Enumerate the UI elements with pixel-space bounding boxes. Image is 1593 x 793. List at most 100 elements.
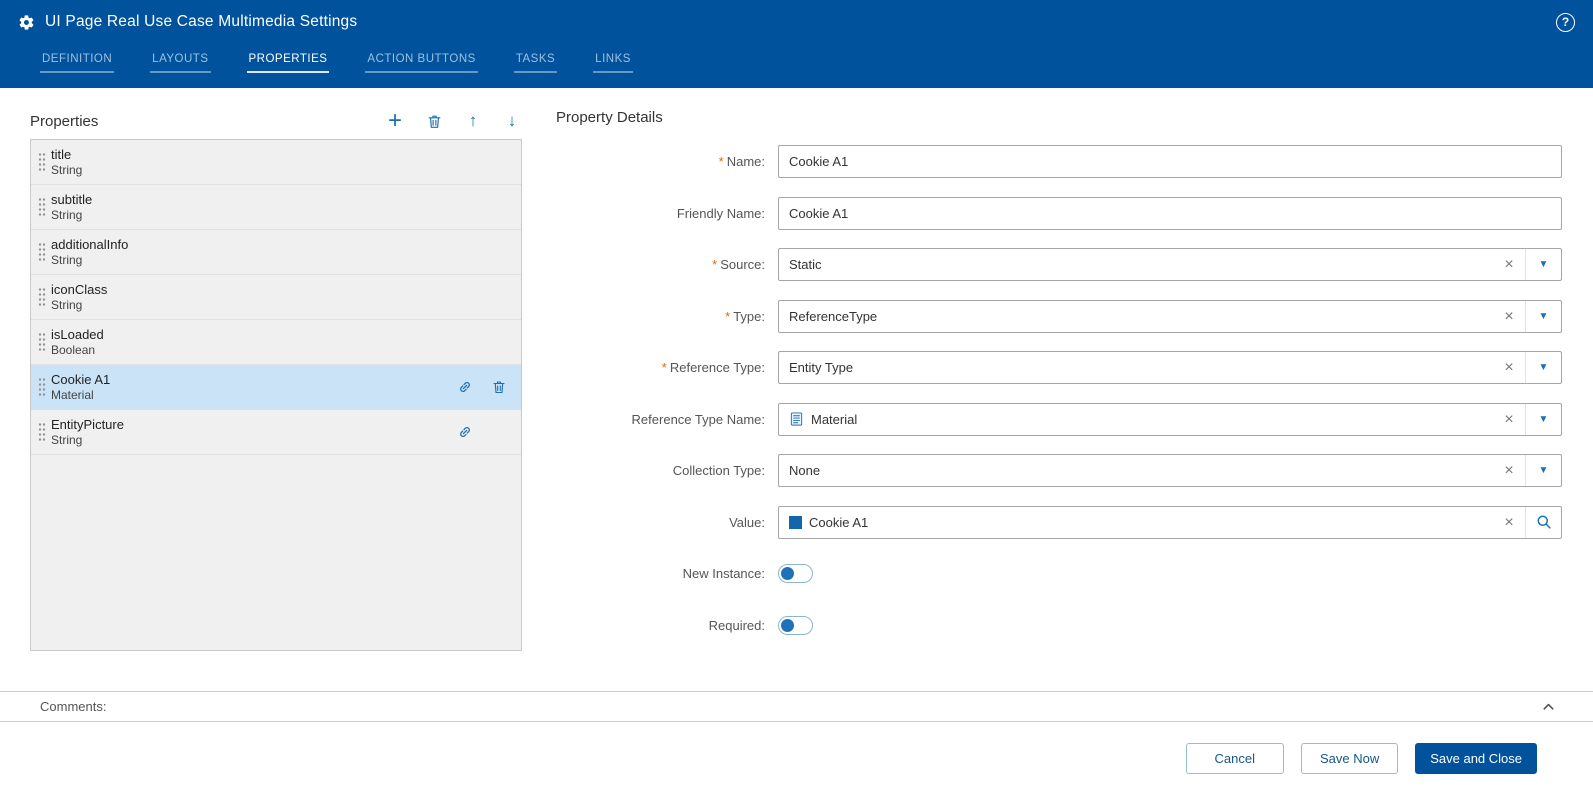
chevron-down-icon[interactable]: ▼ <box>1525 352 1561 383</box>
type-label: * Type: <box>725 308 765 324</box>
move-down-button[interactable]: ↓ <box>502 111 522 131</box>
name-label: * Name: <box>718 154 765 169</box>
list-item-iconclass[interactable]: iconClass String <box>31 275 521 320</box>
toggle-knob <box>781 567 794 580</box>
property-details-title: Property Details <box>556 109 663 126</box>
add-property-button[interactable]: + <box>385 109 405 133</box>
gear-icon <box>18 14 35 31</box>
name-input[interactable] <box>778 145 1562 178</box>
tab-links[interactable]: LINKS <box>593 53 633 73</box>
friendly-name-input[interactable] <box>778 196 1562 230</box>
help-icon[interactable]: ? <box>1556 12 1575 32</box>
friendly-name-label: Friendly Name: <box>676 205 765 221</box>
row-source: * Source: Static × ▼ <box>556 248 1562 281</box>
list-item-subtitle[interactable]: subtitle String <box>31 185 521 230</box>
property-name: iconClass <box>51 281 108 297</box>
list-item-title[interactable]: title String <box>31 140 521 185</box>
source-value: Static <box>789 257 822 272</box>
required-marker: * <box>712 257 718 272</box>
clear-icon[interactable]: × <box>1493 249 1525 280</box>
list-item-additionalinfo[interactable]: additionalInfo String <box>31 230 521 275</box>
chevron-down-icon[interactable]: ▼ <box>1525 300 1561 332</box>
reference-type-name-dropdown[interactable]: Material × ▼ <box>778 402 1562 436</box>
drag-handle-icon[interactable] <box>38 242 46 263</box>
properties-panel-header: Properties + ↑ ↓ <box>30 103 522 139</box>
collection-type-label: Collection Type: <box>672 463 765 478</box>
drag-handle-icon[interactable] <box>38 197 46 218</box>
row-reference-type: * Reference Type: Entity Type × ▼ <box>556 351 1562 384</box>
tab-properties[interactable]: PROPERTIES <box>246 53 330 73</box>
properties-title: Properties <box>30 112 99 130</box>
property-name: Cookie A1 <box>51 371 111 387</box>
clear-icon[interactable]: × <box>1493 507 1525 538</box>
chevron-down-icon[interactable]: ▼ <box>1525 249 1561 280</box>
search-icon[interactable] <box>1525 506 1561 538</box>
property-type: String <box>51 252 83 267</box>
reference-type-label: * Reference Type: <box>661 360 765 375</box>
link-icon[interactable] <box>457 424 473 440</box>
reference-type-name-label: Reference Type Name: <box>631 411 765 427</box>
source-label: * Source: <box>712 257 765 272</box>
chevron-down-icon[interactable]: ▼ <box>1525 403 1561 435</box>
chevron-down-icon[interactable]: ▼ <box>1525 455 1561 486</box>
link-icon[interactable] <box>457 379 473 395</box>
reference-type-dropdown[interactable]: Entity Type × ▼ <box>778 351 1562 384</box>
footer-bar: Cancel Save Now Save and Close <box>0 723 1593 793</box>
drag-handle-icon[interactable] <box>38 287 46 308</box>
properties-list: title String subtitle String additionalI… <box>30 139 522 651</box>
new-instance-label: New Instance: <box>682 566 765 581</box>
row-name: * Name: <box>556 145 1562 178</box>
trash-icon[interactable] <box>491 379 507 395</box>
required-marker: * <box>725 308 731 324</box>
required-marker: * <box>661 360 667 375</box>
collection-type-dropdown[interactable]: None × ▼ <box>778 454 1562 487</box>
property-type: String <box>51 207 83 222</box>
save-and-close-button[interactable]: Save and Close <box>1415 742 1537 774</box>
list-item-isloaded[interactable]: isLoaded Boolean <box>31 320 521 365</box>
property-name: subtitle <box>51 191 93 207</box>
collection-type-value: None <box>789 463 821 478</box>
comments-bar: Comments: <box>0 691 1593 722</box>
property-type: Material <box>51 387 94 402</box>
tab-action-buttons[interactable]: ACTION BUTTONS <box>365 53 478 73</box>
tab-bar: DEFINITION LAYOUTS PROPERTIES ACTION BUT… <box>0 44 1593 88</box>
entity-square-icon <box>789 515 802 529</box>
chevron-up-icon[interactable] <box>1540 698 1557 715</box>
drag-handle-icon[interactable] <box>38 332 46 353</box>
new-instance-toggle[interactable] <box>778 564 813 583</box>
comments-label: Comments: <box>40 699 107 714</box>
value-lookup-field[interactable]: Cookie A1 × <box>778 505 1562 539</box>
value-label: Value: <box>729 514 765 530</box>
list-item-cookie-a1[interactable]: Cookie A1 Material <box>31 365 521 410</box>
clear-icon[interactable]: × <box>1493 301 1525 332</box>
value-text: Cookie A1 <box>809 514 869 530</box>
entity-document-icon <box>789 411 804 427</box>
row-friendly-name: Friendly Name: <box>556 196 1562 230</box>
type-dropdown[interactable]: ReferenceType × ▼ <box>778 299 1562 333</box>
tab-layouts[interactable]: LAYOUTS <box>150 53 211 73</box>
list-item-entitypicture[interactable]: EntityPicture String <box>31 410 521 455</box>
required-marker: * <box>718 154 724 169</box>
row-value: Value: Cookie A1 × <box>556 505 1562 539</box>
save-now-button[interactable]: Save Now <box>1300 742 1399 774</box>
drag-handle-icon[interactable] <box>38 152 46 173</box>
required-toggle[interactable] <box>778 615 813 635</box>
tab-definition[interactable]: DEFINITION <box>40 53 115 73</box>
property-name: title <box>51 146 72 162</box>
drag-handle-icon[interactable] <box>38 377 46 398</box>
clear-icon[interactable]: × <box>1493 455 1525 486</box>
clear-icon[interactable]: × <box>1493 404 1525 435</box>
cancel-button[interactable]: Cancel <box>1185 742 1284 774</box>
tab-tasks[interactable]: TASKS <box>513 53 558 73</box>
property-type: String <box>51 297 83 312</box>
source-dropdown[interactable]: Static × ▼ <box>778 248 1562 281</box>
move-up-button[interactable]: ↑ <box>463 111 483 131</box>
type-value: ReferenceType <box>789 308 878 324</box>
property-name: isLoaded <box>51 326 104 342</box>
row-new-instance: New Instance: <box>556 557 1562 590</box>
property-type: String <box>51 432 83 447</box>
drag-handle-icon[interactable] <box>38 422 46 443</box>
clear-icon[interactable]: × <box>1493 352 1525 383</box>
delete-property-button[interactable] <box>424 111 444 131</box>
property-name: EntityPicture <box>51 416 124 432</box>
